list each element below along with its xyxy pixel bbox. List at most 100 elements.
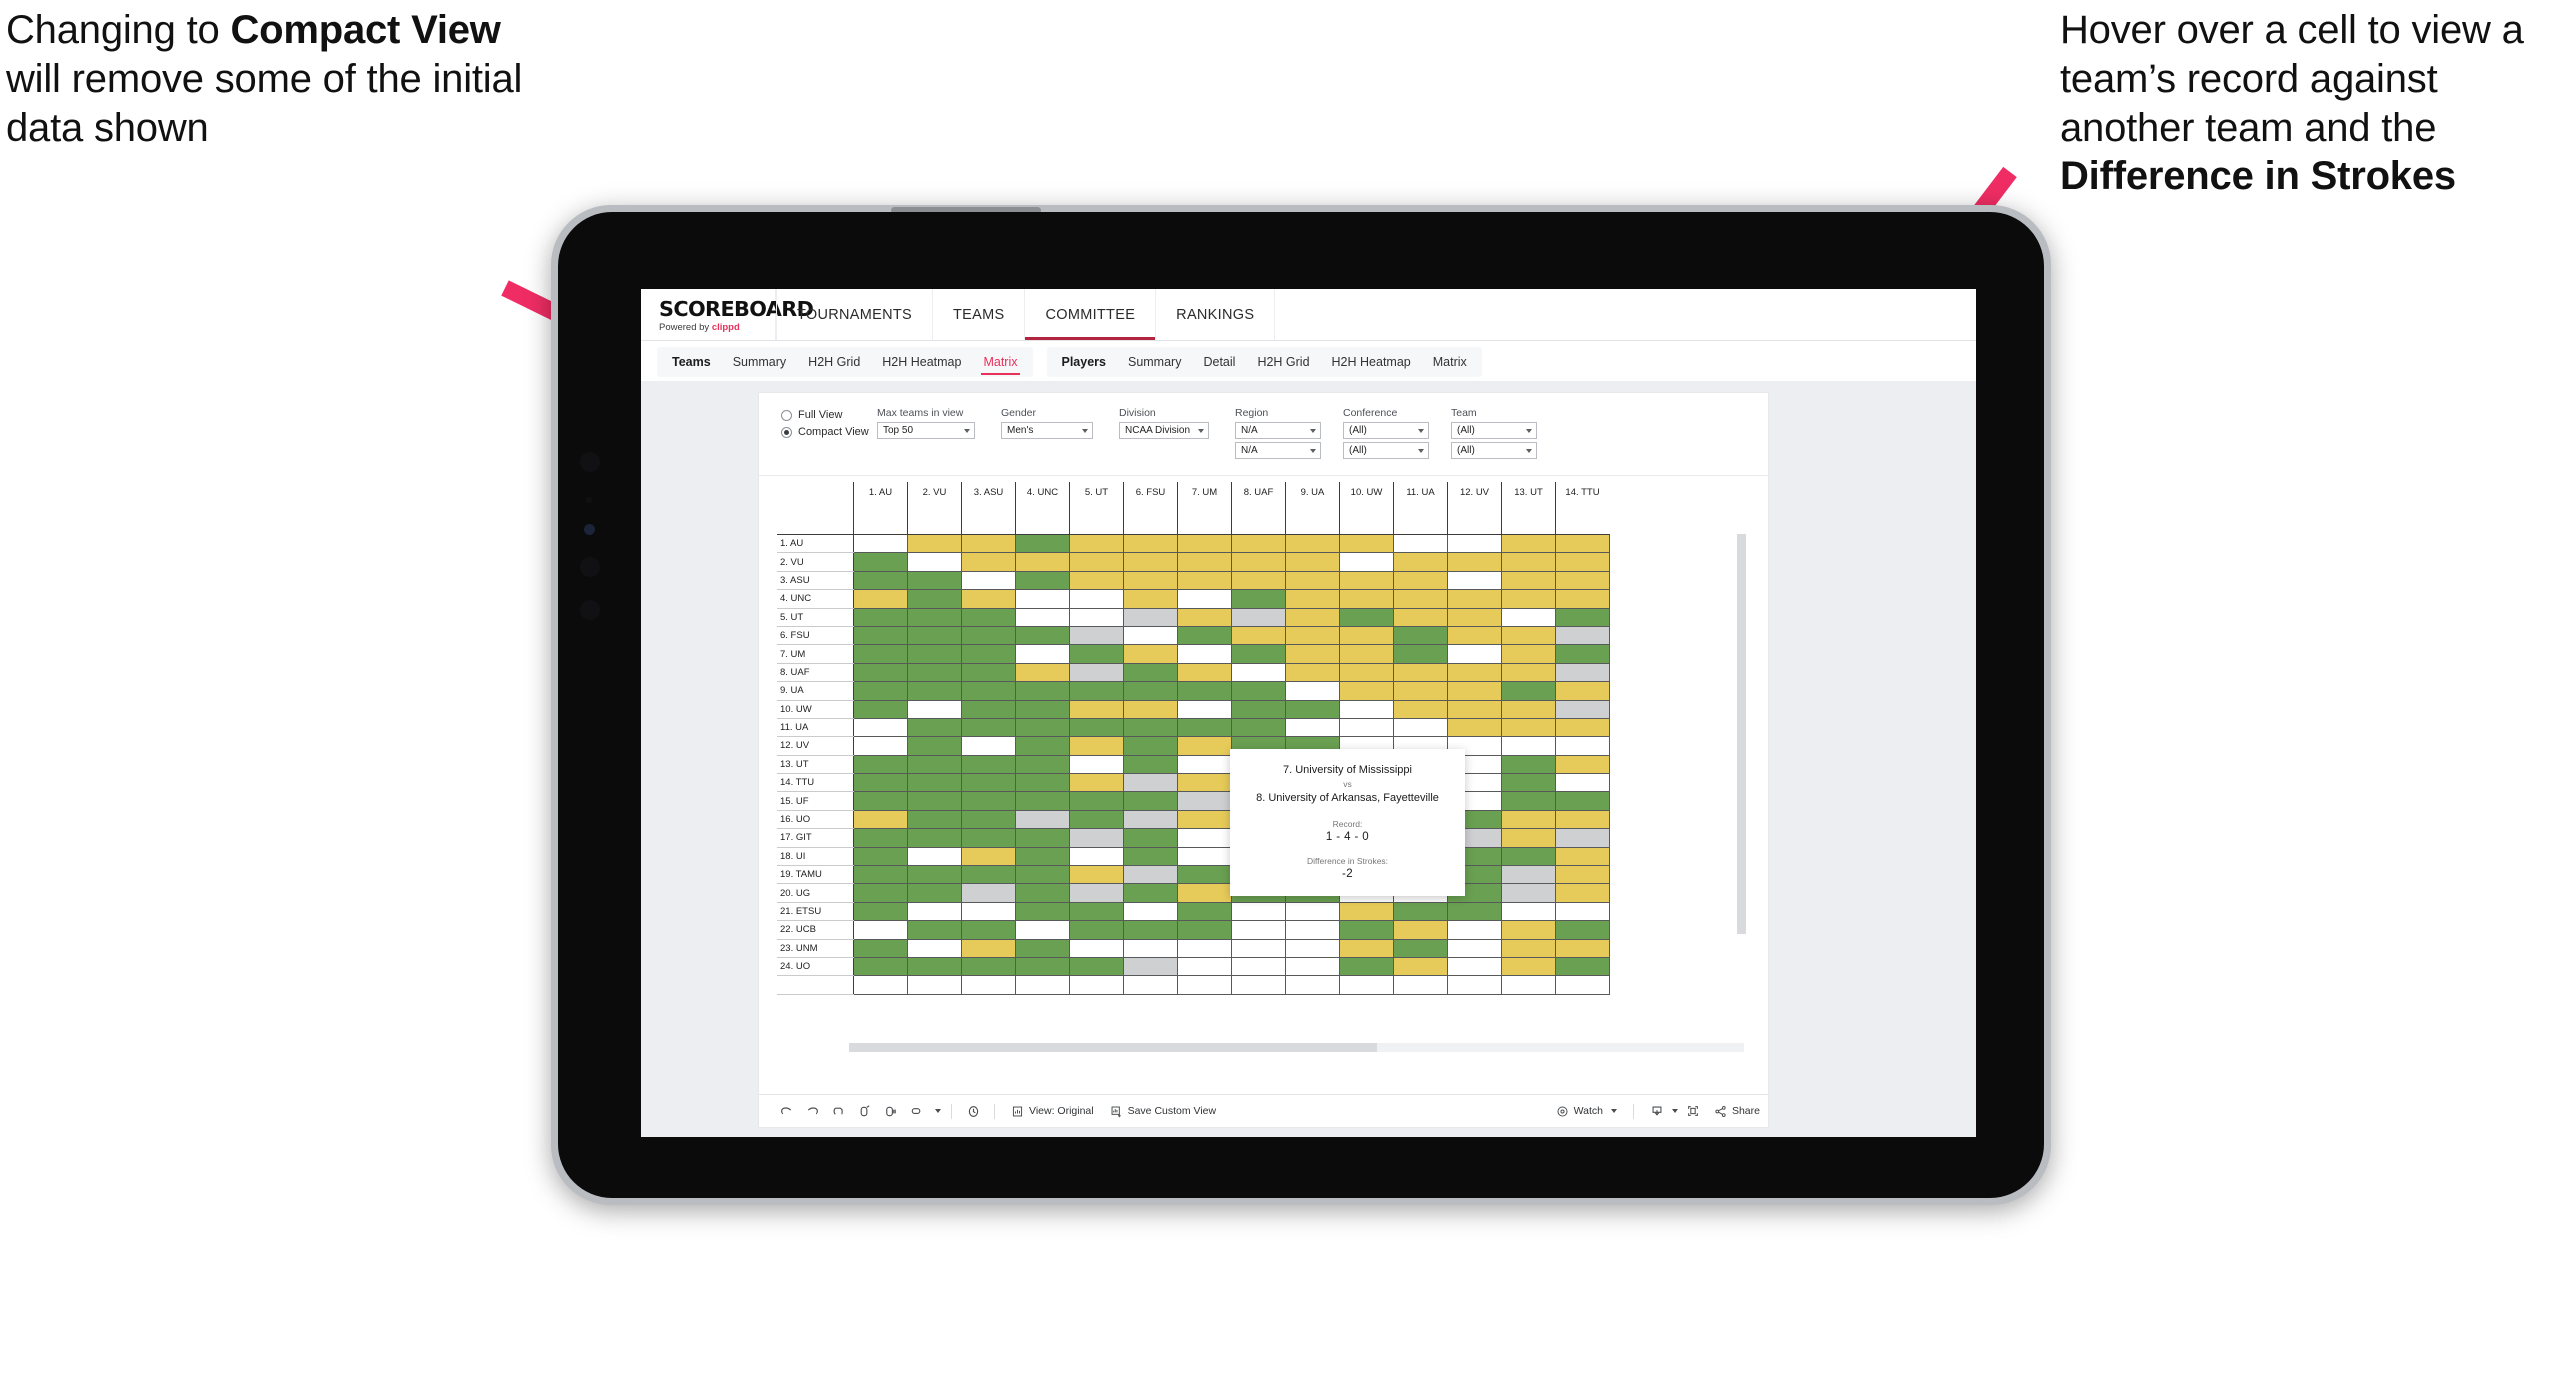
matrix-cell[interactable] xyxy=(1285,533,1340,554)
matrix-cell[interactable] xyxy=(1447,552,1502,572)
matrix-cell[interactable] xyxy=(961,570,1016,591)
matrix-cell[interactable] xyxy=(1123,828,1178,848)
watch-button[interactable]: Watch xyxy=(1548,1105,1625,1118)
matrix-cell[interactable] xyxy=(1069,589,1124,609)
matrix-cell[interactable] xyxy=(1393,901,1448,922)
matrix-cell[interactable] xyxy=(1177,865,1232,885)
matrix-cell[interactable] xyxy=(1339,956,1394,977)
matrix-cell[interactable] xyxy=(1123,791,1178,811)
matrix-cell[interactable] xyxy=(1501,846,1556,867)
matrix-cell[interactable] xyxy=(1285,956,1340,977)
matrix-cell[interactable] xyxy=(1015,552,1070,572)
matrix-row-header[interactable]: 8. UAF xyxy=(777,663,854,683)
matrix-cell[interactable] xyxy=(1339,699,1394,719)
matrix-cell[interactable] xyxy=(1123,589,1178,609)
matrix-cell[interactable] xyxy=(1339,938,1394,958)
matrix-cell[interactable] xyxy=(961,625,1016,646)
matrix-cell[interactable] xyxy=(1501,681,1556,701)
matrix-row-header[interactable]: 23. UNM xyxy=(777,939,854,958)
matrix-cell[interactable] xyxy=(1123,883,1178,903)
matrix-cell[interactable] xyxy=(1015,533,1070,554)
matrix-cell[interactable] xyxy=(907,901,962,922)
matrix-cell[interactable] xyxy=(1555,533,1610,554)
matrix-cell[interactable] xyxy=(1123,920,1178,940)
matrix-cell[interactable] xyxy=(1501,570,1556,591)
matrix-cell[interactable] xyxy=(1123,625,1178,646)
matrix-cell[interactable] xyxy=(907,552,962,572)
matrix-col-header[interactable]: 14. TTU xyxy=(1555,482,1609,535)
matrix-cell[interactable] xyxy=(961,754,1016,775)
matrix-cell[interactable] xyxy=(1069,607,1124,627)
share-button[interactable]: Share xyxy=(1706,1105,1768,1118)
matrix-cell[interactable] xyxy=(1069,662,1124,683)
matrix-cell[interactable] xyxy=(853,791,908,811)
matrix-col-header[interactable]: 10. UW xyxy=(1339,482,1394,535)
matrix-cell[interactable] xyxy=(1177,883,1232,903)
matrix-row-header[interactable]: 1. AU xyxy=(777,534,854,554)
matrix-cell[interactable] xyxy=(853,920,908,940)
matrix-cell[interactable] xyxy=(1501,662,1556,683)
matrix-cell[interactable] xyxy=(1177,938,1232,958)
division-select[interactable]: NCAA Division I xyxy=(1119,422,1209,439)
app-logo[interactable]: SCOREBOARD Powered by clippd xyxy=(641,289,814,340)
matrix-cell[interactable] xyxy=(907,828,962,848)
matrix-cell[interactable] xyxy=(1177,754,1232,775)
matrix-viewport[interactable]: 1. AU 2. VU 3. ASU 4. UNC 5. UT 6. FSU 7. UM 8.… xyxy=(759,476,1768,1094)
matrix-cell[interactable] xyxy=(1555,607,1610,627)
matrix-cell[interactable] xyxy=(1501,644,1556,664)
matrix-cell[interactable] xyxy=(961,533,1016,554)
subnav-players-h2h-grid[interactable]: H2H Grid xyxy=(1246,347,1320,377)
matrix-cell[interactable] xyxy=(853,883,908,903)
region-select-2[interactable]: N/A xyxy=(1235,442,1321,459)
matrix-cell[interactable] xyxy=(961,865,1016,885)
matrix-cell[interactable] xyxy=(1069,920,1124,940)
matrix-cell[interactable] xyxy=(907,809,962,830)
matrix-cell[interactable] xyxy=(1555,589,1610,609)
matrix-cell[interactable] xyxy=(1015,901,1070,922)
redo-icon[interactable] xyxy=(799,1098,825,1124)
matrix-cell[interactable] xyxy=(961,938,1016,958)
matrix-cell[interactable] xyxy=(1339,901,1394,922)
team-select-2[interactable]: (All) xyxy=(1451,442,1537,459)
matrix-cell[interactable] xyxy=(1177,625,1232,646)
matrix-cell[interactable] xyxy=(853,644,908,664)
subnav-teams-summary[interactable]: Summary xyxy=(722,347,797,377)
matrix-cell[interactable] xyxy=(1447,589,1502,609)
subnav-teams-matrix[interactable]: Matrix xyxy=(972,347,1028,377)
matrix-cell[interactable] xyxy=(1231,938,1286,958)
matrix-cell[interactable] xyxy=(1069,699,1124,719)
matrix-cell[interactable] xyxy=(1177,920,1232,940)
matrix-cell[interactable] xyxy=(1285,901,1340,922)
matrix-cell[interactable] xyxy=(1393,570,1448,591)
matrix-cell[interactable] xyxy=(853,809,908,830)
matrix-row-header[interactable]: 13. UT xyxy=(777,755,854,775)
matrix-cell[interactable] xyxy=(853,828,908,848)
subnav-players-detail[interactable]: Detail xyxy=(1192,347,1246,377)
matrix-cell[interactable] xyxy=(1555,773,1610,793)
matrix-cell[interactable] xyxy=(1069,625,1124,646)
matrix-cell[interactable] xyxy=(1501,625,1556,646)
matrix-cell[interactable] xyxy=(1231,570,1286,591)
matrix-row-header[interactable]: 4. UNC xyxy=(777,589,854,609)
matrix-cell[interactable] xyxy=(961,773,1016,793)
matrix-cell[interactable] xyxy=(853,681,908,701)
matrix-cell[interactable] xyxy=(1231,607,1286,627)
matrix-cell[interactable] xyxy=(1339,533,1394,554)
matrix-cell[interactable] xyxy=(1555,754,1610,775)
matrix-cell[interactable] xyxy=(1069,809,1124,830)
matrix-cell[interactable] xyxy=(853,754,908,775)
matrix-cell[interactable] xyxy=(961,901,1016,922)
matrix-cell[interactable] xyxy=(1285,717,1340,738)
matrix-cell[interactable] xyxy=(1339,625,1394,646)
history-clock-icon[interactable] xyxy=(960,1098,986,1124)
matrix-cell[interactable] xyxy=(853,552,908,572)
matrix-cell[interactable] xyxy=(1555,625,1610,646)
matrix-cell[interactable] xyxy=(853,699,908,719)
matrix-cell[interactable] xyxy=(1285,625,1340,646)
matrix-cell[interactable] xyxy=(1285,920,1340,940)
matrix-cell[interactable] xyxy=(1015,791,1070,811)
matrix-cell[interactable] xyxy=(1015,828,1070,848)
matrix-cell[interactable] xyxy=(853,625,908,646)
matrix-cell[interactable] xyxy=(1069,754,1124,775)
matrix-cell[interactable] xyxy=(907,681,962,701)
